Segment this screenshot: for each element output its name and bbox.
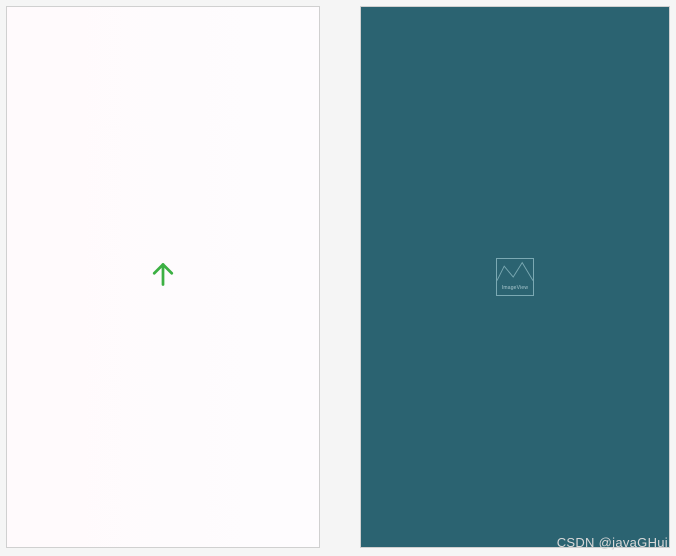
- layout-comparison-container: ImageView: [0, 0, 676, 556]
- mountain-icon: [497, 259, 533, 281]
- imageview-label: ImageView: [502, 285, 528, 295]
- watermark-text: CSDN @javaGHui: [557, 535, 668, 550]
- blueprint-panel-right: ImageView: [360, 6, 670, 548]
- imageview-placeholder[interactable]: ImageView: [496, 258, 534, 296]
- preview-panel-left: [6, 6, 320, 548]
- arrow-up-icon: [148, 260, 178, 295]
